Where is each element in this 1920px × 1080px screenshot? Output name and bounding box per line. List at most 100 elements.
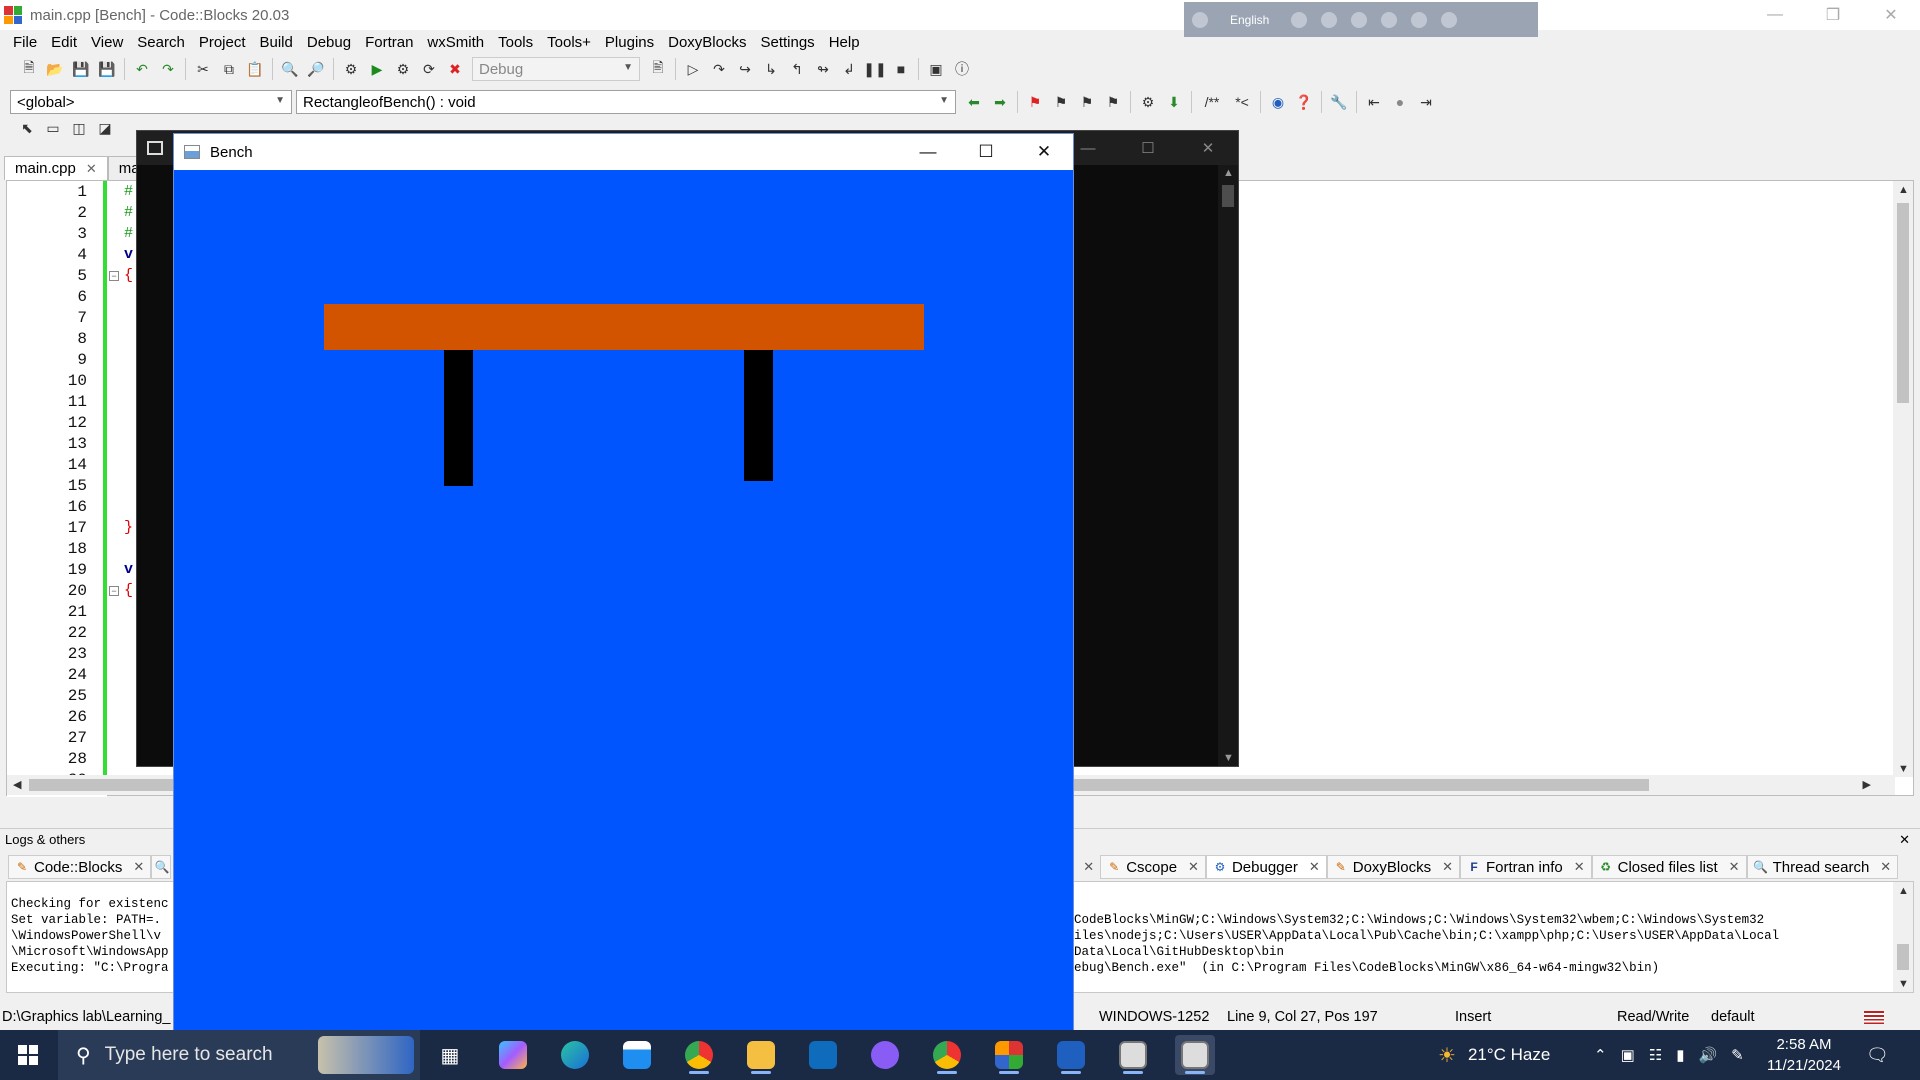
fold-marker-icon[interactable]: −	[109, 271, 119, 281]
help-icon[interactable]	[1411, 11, 1428, 28]
jump-back-icon[interactable]: ⬅	[964, 92, 984, 112]
menu-view[interactable]: View	[84, 34, 130, 51]
task-view-icon[interactable]: ▦	[430, 1035, 470, 1075]
step-instruction-icon[interactable]: ↲	[839, 59, 859, 79]
menu-help[interactable]: Help	[822, 34, 867, 51]
file-explorer-icon[interactable]	[741, 1035, 781, 1075]
scroll-thumb[interactable]	[1897, 203, 1909, 403]
build-log-icon[interactable]: 🖹	[648, 59, 668, 79]
console-close-button[interactable]: ✕	[1178, 131, 1238, 165]
outlook-icon[interactable]	[803, 1035, 843, 1075]
close-tab-icon[interactable]: ✕	[133, 859, 144, 875]
menu-project[interactable]: Project	[192, 34, 253, 51]
debug-windows-icon[interactable]: ▣	[926, 59, 946, 79]
scroll-thumb[interactable]	[1897, 944, 1909, 970]
paste-icon[interactable]: 📋	[245, 59, 265, 79]
github-icon[interactable]	[865, 1035, 905, 1075]
scroll-down-icon[interactable]: ▼	[1898, 978, 1909, 990]
doxy-wizard-icon[interactable]: ⚙	[1138, 92, 1158, 112]
log-tab-cscope[interactable]: ✎ Cscope ✕	[1100, 855, 1206, 879]
bench-taskbar-icon[interactable]	[1175, 1035, 1215, 1075]
close-tab-icon[interactable]: ✕	[1442, 859, 1453, 875]
pointer-icon[interactable]: ⬉	[17, 118, 37, 138]
bookmark-clear-icon[interactable]: ⚑	[1103, 92, 1123, 112]
close-tab-icon[interactable]: ✕	[1083, 859, 1094, 875]
debug-info-icon[interactable]: ⓘ	[952, 59, 972, 79]
edge-icon[interactable]	[555, 1035, 595, 1075]
log-tab-codeblocks[interactable]: ✎ Code::Blocks ✕	[8, 855, 152, 879]
settings-icon[interactable]	[1351, 11, 1368, 28]
handwriting-icon[interactable]	[1381, 11, 1398, 28]
scroll-right-icon[interactable]: ▶	[1863, 778, 1871, 791]
bookmark-toggle-icon[interactable]: ⚑	[1025, 92, 1045, 112]
taskbar-clock[interactable]: 2:58 AM 11/21/2024	[1758, 1034, 1850, 1076]
run-chm-icon[interactable]: ❓	[1294, 92, 1314, 112]
menu-settings[interactable]: Settings	[753, 34, 821, 51]
scroll-up-icon[interactable]: ▲	[1898, 885, 1909, 897]
next-instruction-icon[interactable]: ↬	[813, 59, 833, 79]
undo-icon[interactable]: ↶	[132, 59, 152, 79]
build-icon[interactable]: ⚙	[341, 59, 361, 79]
log-tab-closed-files[interactable]: ♻ Closed files list ✕	[1591, 855, 1747, 879]
meet-now-icon[interactable]: ▣	[1621, 1046, 1635, 1064]
menu-plugins[interactable]: Plugins	[598, 34, 661, 51]
network-status-icon[interactable]: ☷	[1649, 1046, 1662, 1064]
find-icon[interactable]: 🔍	[280, 59, 300, 79]
codeblocks-taskbar-icon[interactable]	[989, 1035, 1029, 1075]
console-taskbar-icon[interactable]	[1113, 1035, 1153, 1075]
start-button[interactable]	[0, 1030, 56, 1080]
step-into-icon[interactable]: ↳	[761, 59, 781, 79]
line-comment-button[interactable]: *<	[1231, 92, 1253, 112]
log-tab-search[interactable]: 🔍	[151, 855, 172, 879]
debug-run-icon[interactable]: ▷	[683, 59, 703, 79]
volume-icon[interactable]: 🔊	[1698, 1046, 1717, 1064]
log-tab-close-hidden[interactable]: ✕	[1071, 855, 1100, 879]
run-icon[interactable]: ▶	[367, 59, 387, 79]
next-change-icon[interactable]: ⇥	[1416, 92, 1436, 112]
scroll-up-icon[interactable]: ▲	[1898, 184, 1909, 196]
scroll-up-icon[interactable]: ▲	[1223, 167, 1234, 179]
notification-icon[interactable]: 🗨	[1866, 1030, 1889, 1080]
keyboard-icon[interactable]	[1291, 11, 1308, 28]
abort-icon[interactable]: ✖	[445, 59, 465, 79]
block-comment-button[interactable]: /**	[1199, 92, 1225, 112]
bench-window[interactable]: Bench — ☐ ✕	[173, 133, 1074, 1033]
open-file-icon[interactable]: 📂	[45, 59, 65, 79]
doxy-prefs-icon[interactable]: 🔧	[1329, 92, 1349, 112]
build-run-icon[interactable]: ⚙	[393, 59, 413, 79]
menu-tools[interactable]: Tools	[491, 34, 540, 51]
word-icon[interactable]	[1051, 1035, 1091, 1075]
close-tab-icon[interactable]: ✕	[86, 161, 97, 177]
console-scrollbar[interactable]: ▲ ▼	[1218, 165, 1238, 766]
save-icon[interactable]: 💾	[71, 59, 91, 79]
menu-doxyblocks[interactable]: DoxyBlocks	[661, 34, 753, 51]
jump-forward-icon[interactable]: ➡	[990, 92, 1010, 112]
step-out-icon[interactable]: ↰	[787, 59, 807, 79]
menu-edit[interactable]: Edit	[44, 34, 84, 51]
store-icon[interactable]	[617, 1035, 657, 1075]
copy-icon[interactable]: ⧉	[219, 59, 239, 79]
close-tab-icon[interactable]: ✕	[1309, 859, 1320, 875]
next-line-icon[interactable]: ↪	[735, 59, 755, 79]
log-tab-doxyblocks[interactable]: ✎ DoxyBlocks ✕	[1326, 855, 1461, 879]
log-tab-debugger[interactable]: ⚙ Debugger ✕	[1205, 855, 1327, 879]
scroll-left-icon[interactable]: ◀	[13, 778, 21, 791]
scroll-down-icon[interactable]: ▼	[1223, 752, 1234, 764]
menu-build[interactable]: Build	[253, 34, 300, 51]
log-tab-thread-search[interactable]: 🔍 Thread search ✕	[1746, 855, 1899, 879]
fold-marker-icon[interactable]: −	[109, 586, 119, 596]
bench-minimize-button[interactable]: —	[899, 134, 957, 170]
chevron-up-icon[interactable]: ⌃	[1594, 1046, 1607, 1064]
scope-select[interactable]: <global> ▼	[10, 90, 292, 114]
menu-file[interactable]: File	[6, 34, 44, 51]
chrome-profile-icon[interactable]	[927, 1035, 967, 1075]
scroll-thumb[interactable]	[1222, 185, 1234, 207]
doxy-extract-icon[interactable]: ⬇	[1164, 92, 1184, 112]
menu-search[interactable]: Search	[130, 34, 192, 51]
close-tab-icon[interactable]: ✕	[1574, 859, 1585, 875]
function-select[interactable]: RectangleofBench() : void ▼	[296, 90, 956, 114]
chrome-icon[interactable]	[679, 1035, 719, 1075]
close-button[interactable]: ✕	[1862, 0, 1920, 30]
rectangle-tool-icon[interactable]: ▭	[43, 118, 63, 138]
language-label[interactable]: English	[1230, 13, 1269, 27]
